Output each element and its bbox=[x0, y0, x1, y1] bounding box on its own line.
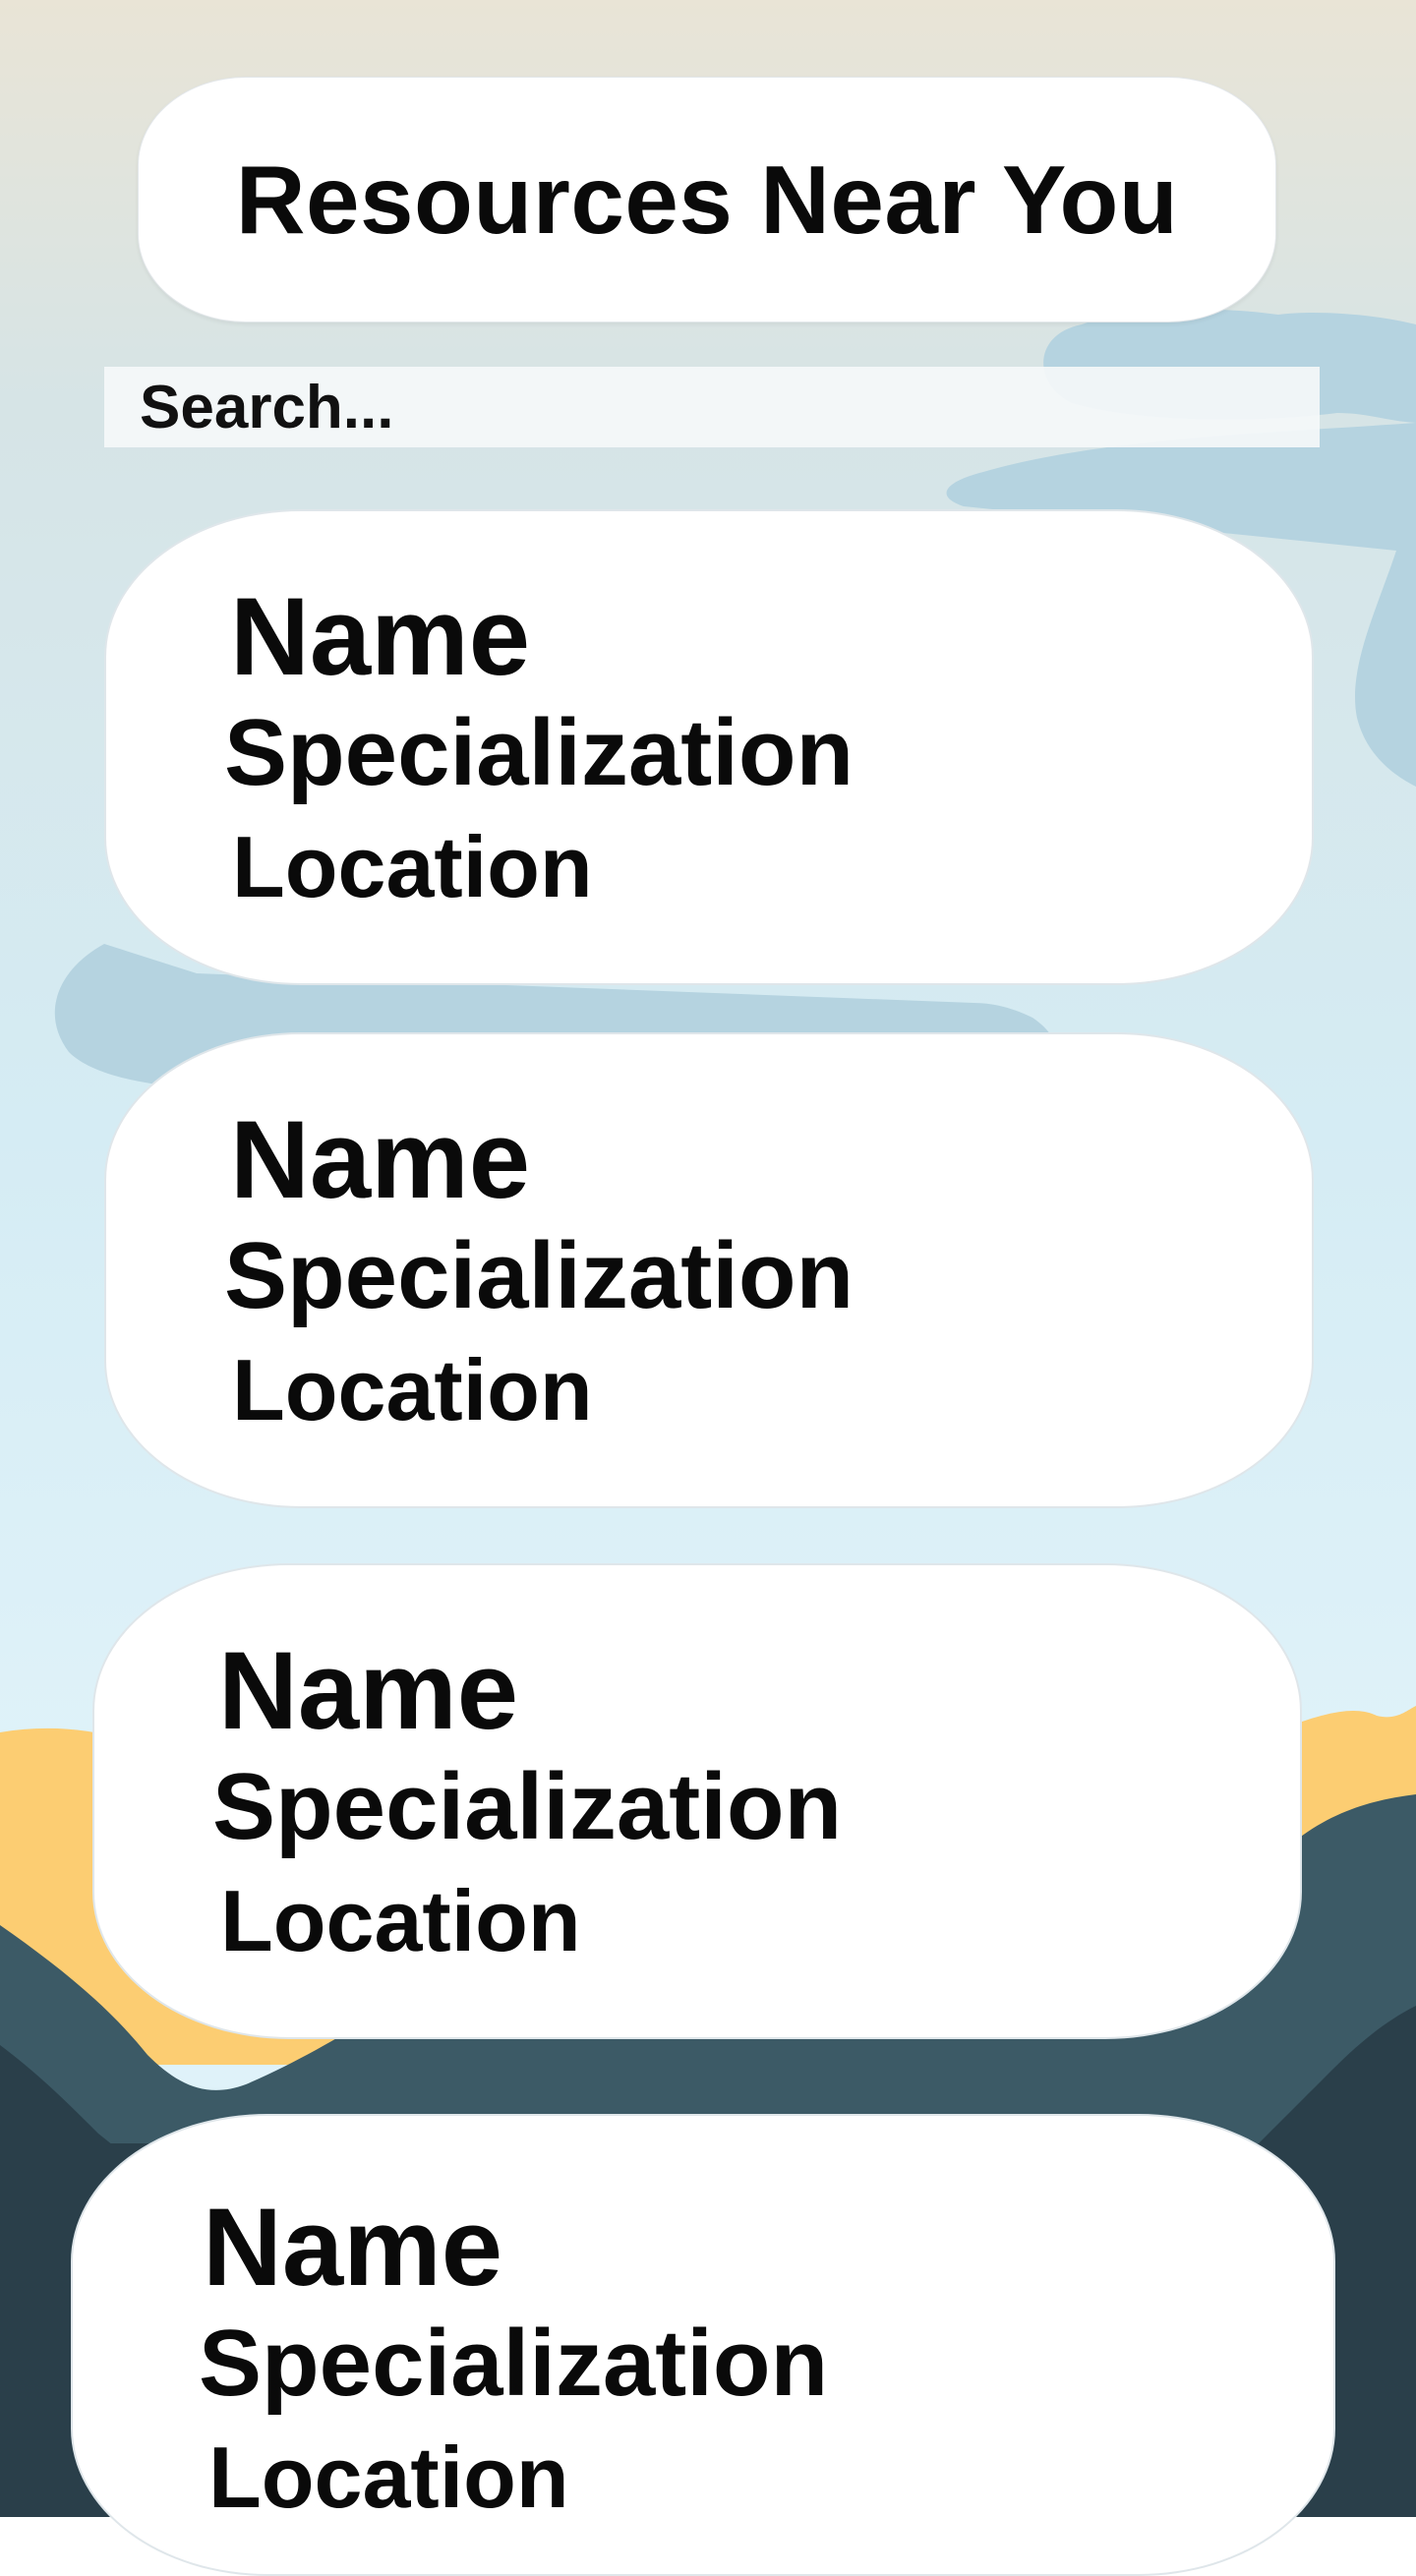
resource-card[interactable]: Name Specialization Location bbox=[104, 509, 1314, 985]
resource-location: Location bbox=[220, 1872, 581, 1969]
resource-name: Name bbox=[203, 2186, 503, 2309]
resource-card[interactable]: Name Specialization Location bbox=[92, 1563, 1302, 2039]
resource-specialization: Specialization bbox=[212, 1754, 843, 1859]
title-card: Resources Near You bbox=[138, 77, 1276, 322]
search-input[interactable] bbox=[104, 367, 1320, 447]
resource-location: Location bbox=[232, 818, 593, 915]
resource-name: Name bbox=[230, 575, 531, 698]
resource-card[interactable]: Name Specialization Location bbox=[71, 2114, 1335, 2576]
resource-name: Name bbox=[230, 1098, 531, 1221]
search-bar[interactable] bbox=[104, 367, 1320, 447]
resource-name: Name bbox=[218, 1629, 519, 1752]
resource-location: Location bbox=[208, 2429, 569, 2526]
resource-specialization: Specialization bbox=[224, 700, 855, 805]
resource-location: Location bbox=[232, 1341, 593, 1438]
resource-specialization: Specialization bbox=[199, 2311, 829, 2416]
resource-specialization: Specialization bbox=[224, 1223, 855, 1328]
resource-card[interactable]: Name Specialization Location bbox=[104, 1032, 1314, 1508]
page-title: Resources Near You bbox=[235, 146, 1179, 254]
